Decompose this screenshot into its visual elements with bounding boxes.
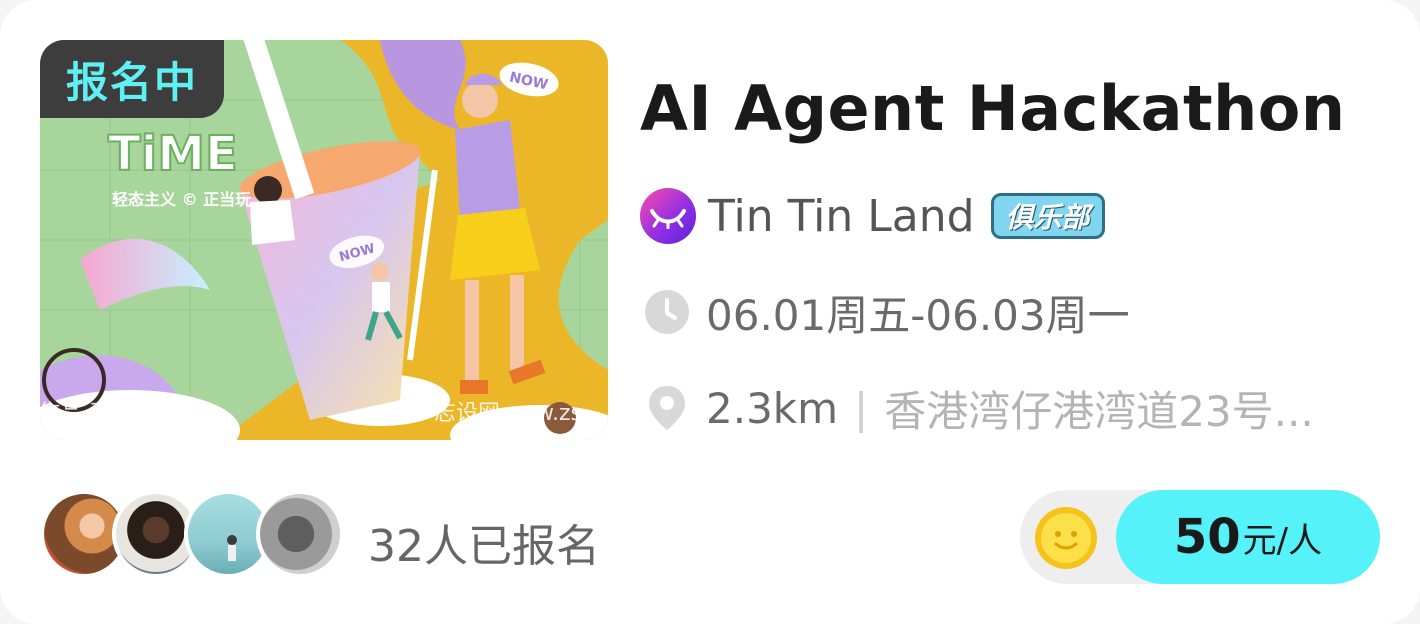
price-amount: 50	[1173, 509, 1241, 565]
avatar	[256, 490, 344, 578]
event-time-row: 06.01周五-06.03周一	[644, 286, 1130, 340]
cover-headline: TiME	[108, 126, 238, 182]
location-separator: |	[854, 383, 869, 433]
cover-watermark-right: 志设网www.zs	[434, 401, 582, 426]
status-badge: 报名中	[40, 40, 224, 118]
organizer-logo-icon	[640, 188, 696, 244]
coin-icon	[1034, 506, 1098, 570]
price-tag[interactable]: 50 元/人	[1116, 490, 1380, 584]
signup-count: 32人已报名	[368, 521, 600, 572]
cover-watermark-left: 作品 天天拿收益	[40, 400, 199, 426]
event-card[interactable]: NOW NOW TiME 轻态主义 © 正当玩 作品 天天拿收益 志设网www.…	[0, 0, 1420, 624]
price-unit: 元/人	[1242, 520, 1323, 561]
organizer-row[interactable]: Tin Tin Land 俱乐部	[640, 188, 1105, 244]
event-address: 香港湾仔港湾道23号...	[884, 386, 1314, 436]
organizer-name: Tin Tin Land	[708, 190, 975, 242]
cover-subline: 轻态主义 © 正当玩	[112, 190, 251, 209]
club-badge: 俱乐部	[990, 193, 1105, 239]
event-time: 06.01周五-06.03周一	[706, 290, 1130, 340]
clock-icon	[644, 289, 690, 335]
event-title[interactable]: AI Agent Hackathon	[640, 72, 1345, 145]
event-location-row[interactable]: 2.3km | 香港湾仔港湾道23号...	[644, 382, 1314, 436]
event-distance: 2.3km	[706, 383, 839, 433]
location-pin-icon	[644, 385, 690, 431]
